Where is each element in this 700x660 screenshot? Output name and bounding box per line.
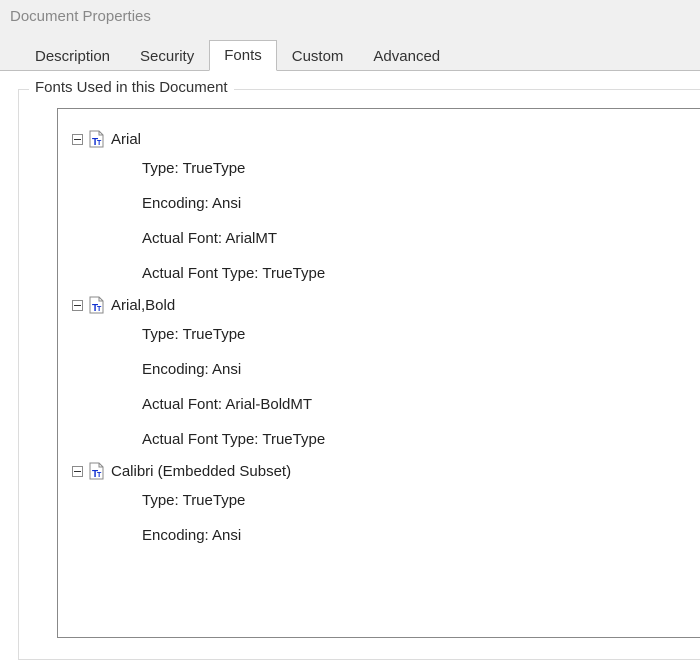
font-detail: Type: TrueType bbox=[142, 317, 692, 352]
font-detail: Actual Font: Arial-BoldMT bbox=[142, 387, 692, 422]
tab-strip: Description Security Fonts Custom Advanc… bbox=[0, 29, 700, 70]
font-detail: Actual Font: ArialMT bbox=[142, 221, 692, 256]
font-tree-item[interactable]: T T Arial,Bold bbox=[72, 293, 692, 317]
font-details: Type: TrueType Encoding: Ansi Actual Fon… bbox=[72, 317, 692, 457]
font-file-icon: T T bbox=[89, 296, 105, 314]
font-name-label: Calibri (Embedded Subset) bbox=[111, 463, 291, 480]
collapse-icon[interactable] bbox=[72, 300, 83, 311]
tab-custom[interactable]: Custom bbox=[277, 41, 359, 71]
fonts-groupbox: Fonts Used in this Document T T bbox=[18, 89, 700, 660]
collapse-icon[interactable] bbox=[72, 134, 83, 145]
font-detail: Type: TrueType bbox=[142, 151, 692, 186]
collapse-icon[interactable] bbox=[72, 466, 83, 477]
font-detail: Encoding: Ansi bbox=[142, 186, 692, 221]
font-tree-item[interactable]: T T Arial bbox=[72, 127, 692, 151]
font-file-icon: T T bbox=[89, 130, 105, 148]
tab-security[interactable]: Security bbox=[125, 41, 209, 71]
font-detail: Actual Font Type: TrueType bbox=[142, 422, 692, 457]
font-details: Type: TrueType Encoding: Ansi Actual Fon… bbox=[72, 151, 692, 291]
tab-panel: Fonts Used in this Document T T bbox=[0, 70, 700, 660]
font-detail: Type: TrueType bbox=[142, 483, 692, 518]
font-details: Type: TrueType Encoding: Ansi bbox=[72, 483, 692, 553]
font-tree-node: T T Arial Type: TrueType Encoding: Ansi … bbox=[72, 127, 692, 291]
font-tree-node: T T Calibri (Embedded Subset) Type: True… bbox=[72, 459, 692, 553]
font-detail: Actual Font Type: TrueType bbox=[142, 256, 692, 291]
window-title: Document Properties bbox=[0, 0, 700, 29]
fonts-tree[interactable]: T T Arial Type: TrueType Encoding: Ansi … bbox=[57, 108, 700, 638]
font-tree-item[interactable]: T T Calibri (Embedded Subset) bbox=[72, 459, 692, 483]
tab-advanced[interactable]: Advanced bbox=[358, 41, 455, 71]
font-detail: Encoding: Ansi bbox=[142, 518, 692, 553]
font-tree-node: T T Arial,Bold Type: TrueType Encoding: … bbox=[72, 293, 692, 457]
svg-text:T: T bbox=[97, 306, 102, 313]
tab-fonts[interactable]: Fonts bbox=[209, 40, 277, 71]
svg-text:T: T bbox=[97, 472, 102, 479]
svg-text:T: T bbox=[97, 140, 102, 147]
tab-description[interactable]: Description bbox=[20, 41, 125, 71]
font-name-label: Arial,Bold bbox=[111, 297, 175, 314]
font-detail: Encoding: Ansi bbox=[142, 352, 692, 387]
font-name-label: Arial bbox=[111, 131, 141, 148]
groupbox-label: Fonts Used in this Document bbox=[29, 79, 234, 96]
font-file-icon: T T bbox=[89, 462, 105, 480]
